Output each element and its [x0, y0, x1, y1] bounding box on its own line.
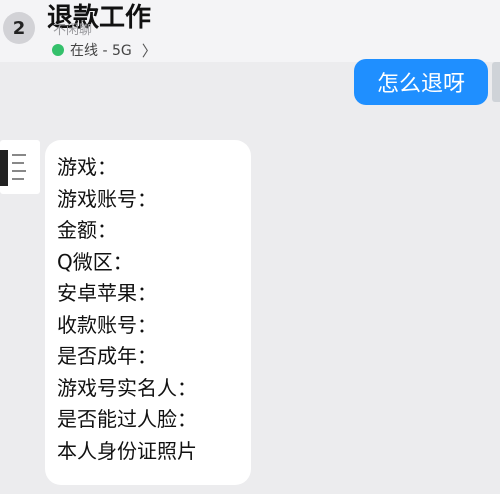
- message-line: 收款账号：: [57, 312, 157, 337]
- chat-subtitle: 不闲聊: [53, 23, 93, 38]
- avatar-image-line: [12, 162, 24, 164]
- message-line: 本人身份证照片: [57, 438, 197, 463]
- online-status[interactable]: 在线 - 5G 〉: [52, 41, 157, 60]
- message-line: 是否能过人脸：: [57, 407, 197, 431]
- avatar-image-block: [0, 150, 8, 186]
- message-line: 游戏账号：: [57, 186, 157, 211]
- chat-header: 2 退款工作 不闲聊 在线 - 5G 〉: [0, 0, 500, 62]
- message-line: 安卓苹果：: [57, 281, 157, 305]
- avatar-image-line: [12, 170, 26, 172]
- avatar-image-line: [12, 178, 24, 180]
- message-line: 游戏号实名人：: [57, 375, 197, 400]
- incoming-message-bubble[interactable]: 游戏： 游戏账号： 金额： Q微区： 安卓苹果： 收款账号： 是否成年： 游戏号…: [45, 140, 251, 485]
- message-line: 是否成年：: [57, 344, 157, 368]
- unread-count-badge[interactable]: 2: [3, 12, 35, 44]
- avatar-image-line: [12, 154, 26, 156]
- outgoing-message-bubble[interactable]: 怎么退呀: [354, 59, 488, 105]
- online-dot-icon: [52, 44, 64, 56]
- peer-avatar[interactable]: [0, 140, 40, 194]
- status-text: 在线 - 5G: [70, 43, 132, 59]
- message-line: 金额：: [57, 218, 117, 242]
- message-line: 游戏：: [57, 155, 117, 179]
- message-line: Q微区：: [57, 249, 133, 274]
- self-avatar[interactable]: [492, 62, 500, 102]
- chevron-right-icon: 〉: [141, 41, 157, 60]
